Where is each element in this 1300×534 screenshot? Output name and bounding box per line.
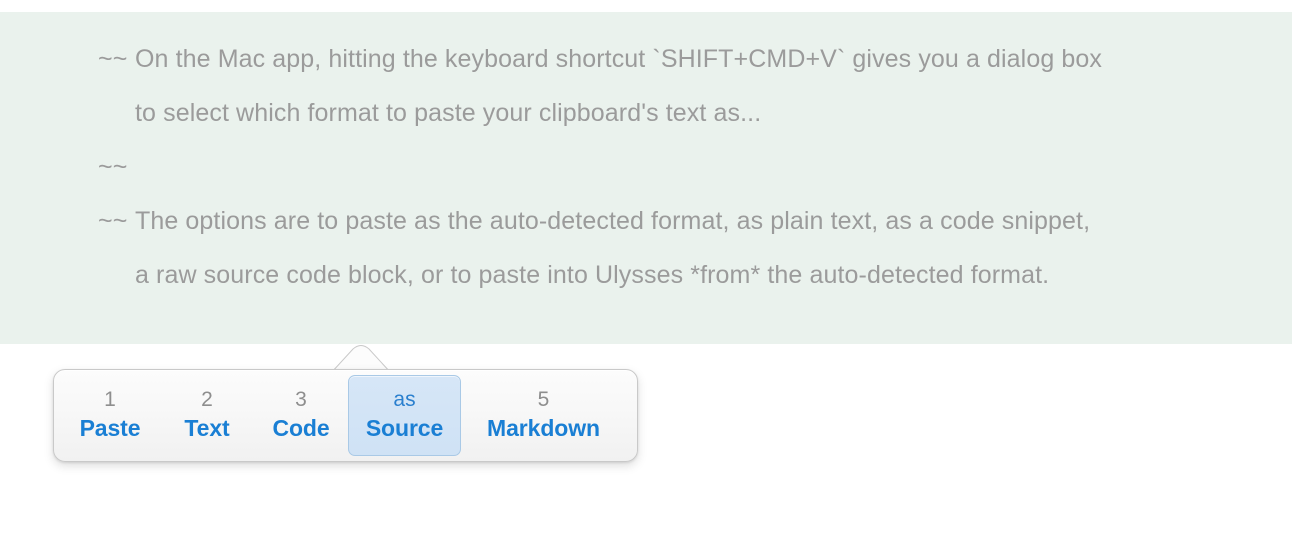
paragraph-text: On the Mac app, hitting the keyboard sho… (135, 45, 1110, 127)
blockquote-marker: ~~ (98, 45, 128, 73)
popup-item-label: Markdown (487, 414, 600, 441)
paste-format-popup[interactable]: 1 Paste 2 Text 3 Code as Source 5 Markdo… (53, 343, 639, 465)
popup-item-source[interactable]: as Source (348, 375, 461, 456)
blockquote-marker: ~~ (98, 153, 128, 181)
popup-item-label: Text (184, 414, 230, 441)
popup-panel: 1 Paste 2 Text 3 Code as Source 5 Markdo… (53, 369, 638, 462)
shortcut-key: 3 (295, 387, 307, 411)
paragraph-block: ~~ On the Mac app, hitting the keyboard … (98, 32, 1108, 140)
shortcut-key: as (393, 387, 416, 411)
paragraph-block: ~~ The options are to paste as the auto-… (98, 194, 1108, 302)
popup-item-label: Code (272, 414, 330, 441)
popup-item-text[interactable]: 2 Text (160, 375, 254, 456)
popup-item-code[interactable]: 3 Code (254, 375, 348, 456)
popup-item-label: Paste (79, 414, 141, 441)
editor-pane[interactable]: ~~ On the Mac app, hitting the keyboard … (0, 12, 1292, 344)
shortcut-key: 2 (201, 387, 213, 411)
popup-item-label: Source (365, 414, 444, 441)
paragraph-text: The options are to paste as the auto-det… (135, 207, 1098, 289)
shortcut-key: 5 (537, 387, 550, 411)
popup-item-markdown[interactable]: 5 Markdown (461, 375, 626, 456)
blockquote-marker: ~~ (98, 207, 128, 235)
shortcut-key: 1 (104, 387, 116, 411)
paragraph-block-empty: ~~ (98, 140, 698, 194)
popup-item-paste[interactable]: 1 Paste (60, 375, 160, 456)
